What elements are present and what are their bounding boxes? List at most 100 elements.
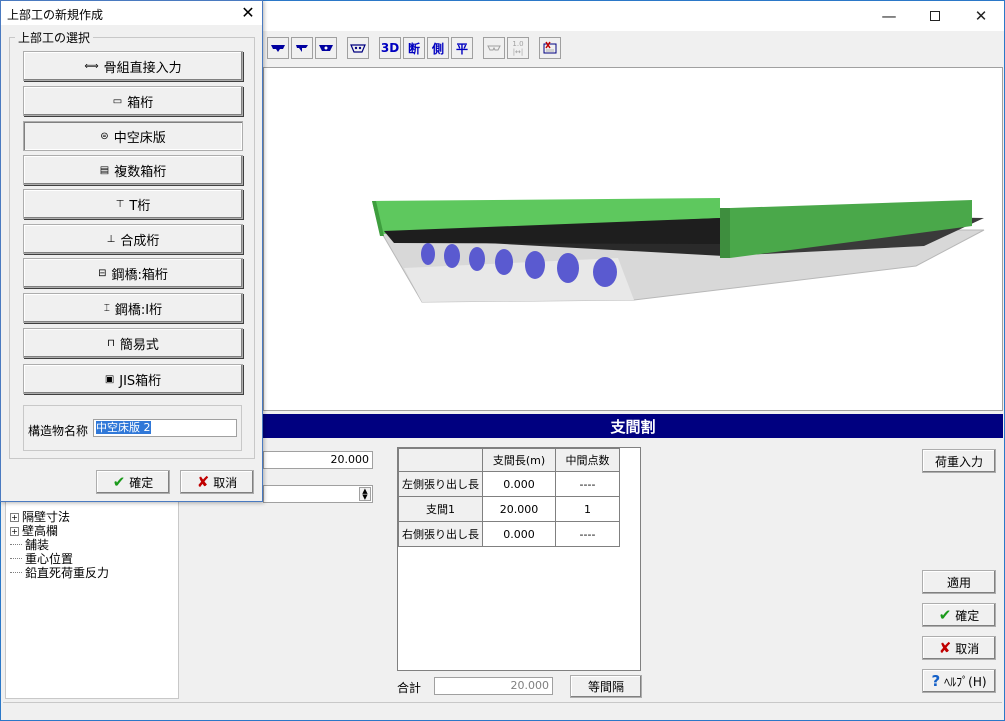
option-label: 鋼橋:I桁 xyxy=(114,302,163,318)
tree-item[interactable]: + 壁高欄 xyxy=(10,524,58,538)
tree-item[interactable]: + 隔壁寸法 xyxy=(10,510,70,524)
tree-line xyxy=(10,558,22,559)
equal-spacing-button[interactable]: 等間隔 xyxy=(570,675,642,698)
spin-button[interactable]: ▲ ▼ xyxy=(359,487,371,501)
close-button[interactable]: ✕ xyxy=(958,1,1004,31)
view-curve-icon xyxy=(296,45,308,52)
tree-item-label: 鉛直死荷重反力 xyxy=(25,566,110,580)
cancel-button[interactable]: ✘ 取消 xyxy=(922,636,996,660)
dialog-ok-button[interactable]: ✔ 確定 xyxy=(96,470,170,494)
option-box-girder[interactable]: ▭ 箱桁 xyxy=(23,86,243,116)
bend-icon xyxy=(487,45,501,51)
tree-item[interactable]: 重心位置 xyxy=(10,552,73,566)
span-grid: 支間長(m) 中間点数 左側張り出し長 0.000 ---- 支間1 20.00… xyxy=(397,447,641,671)
box-view-icon xyxy=(350,44,366,53)
steel-i-icon: ⌶ xyxy=(103,302,110,314)
option-jis-box[interactable]: ▣ JIS箱桁 xyxy=(23,364,243,394)
section-view-button[interactable]: 断 xyxy=(403,37,425,59)
hollow-slab-icon: ⊜ xyxy=(100,130,109,142)
view-curve-button[interactable] xyxy=(291,37,313,59)
option-label: 複数箱桁 xyxy=(114,164,167,180)
option-t-girder[interactable]: ⊤ T桁 xyxy=(23,189,243,219)
grid-cell-points[interactable]: 1 xyxy=(555,496,620,522)
box-view-button[interactable] xyxy=(347,37,369,59)
option-label: 合成桁 xyxy=(120,233,160,249)
option-label: 中空床版 xyxy=(113,130,166,146)
structure-name-value: 中空床版 2 xyxy=(96,421,151,434)
option-multi-box[interactable]: ▤ 複数箱桁 xyxy=(23,155,243,185)
tree-item[interactable]: 鉛直死荷重反力 xyxy=(10,566,109,580)
help-button[interactable]: ? ﾍﾙﾌﾟ(H) xyxy=(922,669,996,693)
span-section-header: 支間割 xyxy=(263,414,1003,438)
grid-corner xyxy=(398,448,483,472)
grid-cell-length[interactable]: 0.000 xyxy=(482,471,556,497)
option-hollow-slab[interactable]: ⊜ 中空床版 xyxy=(23,121,243,151)
jis-box-icon: ▣ xyxy=(104,373,115,385)
plan-view-button[interactable]: 平 xyxy=(451,37,473,59)
expand-icon[interactable]: + xyxy=(10,513,19,522)
toolbar: 3D 断 側 平 1.0 |↔| xyxy=(263,33,1004,65)
view-front-button[interactable] xyxy=(267,37,289,59)
minimize-button[interactable]: — xyxy=(866,1,912,31)
dialog-cancel-label: 取消 xyxy=(213,475,238,490)
tree-item-label: 隔壁寸法 xyxy=(22,510,71,524)
help-icon: ? xyxy=(931,672,941,690)
bend-button[interactable] xyxy=(483,37,505,59)
grid-cell-length[interactable]: 20.000 xyxy=(482,496,556,522)
span-count-combo[interactable]: ▲ ▼ xyxy=(263,485,373,503)
group-label: 上部工の選択 xyxy=(15,29,94,46)
total-length-field[interactable]: 20.000 xyxy=(263,451,373,469)
table-row: 支間1 20.000 1 xyxy=(398,496,620,522)
grid-cell-length[interactable]: 0.000 xyxy=(482,521,556,547)
option-simple[interactable]: ⊓ 簡易式 xyxy=(23,328,243,358)
grid-cell-points[interactable]: ---- xyxy=(555,521,620,547)
row-header: 左側張り出し長 xyxy=(398,471,483,497)
option-label: 鋼橋:箱桁 xyxy=(111,267,168,283)
close-icon[interactable]: ✕ xyxy=(237,3,259,23)
structure-name-input[interactable]: 中空床版 2 xyxy=(93,419,237,437)
table-row: 右側張り出し長 0.000 ---- xyxy=(398,521,620,547)
dialog-titlebar: 上部工の新規作成 ✕ xyxy=(1,1,262,25)
ok-button[interactable]: ✔ 確定 xyxy=(922,603,996,627)
tree-panel: + 隔壁寸法 + 壁高欄 舗装 重心位置 鉛直死荷重反力 xyxy=(5,501,179,699)
tree-item-label: 舗装 xyxy=(25,538,50,552)
dialog-cancel-button[interactable]: ✘ 取消 xyxy=(180,470,254,494)
ok-label: 確定 xyxy=(955,608,980,623)
view-front-icon xyxy=(271,45,285,52)
check-icon: ✔ xyxy=(938,606,952,624)
view-section-button[interactable] xyxy=(315,37,337,59)
side-view-button[interactable]: 側 xyxy=(427,37,449,59)
check-icon: ✔ xyxy=(112,473,126,491)
structure-name-label: 構造物名称 xyxy=(28,424,89,438)
dimension-label: 1.0 xyxy=(512,40,524,48)
apply-button[interactable]: 適用 xyxy=(922,570,996,594)
load-input-button[interactable]: 荷重入力 xyxy=(922,449,996,473)
maximize-button[interactable] xyxy=(912,1,958,31)
composite-girder-icon: ⊥ xyxy=(106,233,116,245)
cross-icon: ✘ xyxy=(938,639,952,657)
view-section-icon xyxy=(319,45,333,51)
3d-viewport[interactable] xyxy=(263,67,1003,411)
tree-line xyxy=(10,572,22,573)
row-header: 支間1 xyxy=(398,496,483,522)
status-bar xyxy=(3,702,1002,720)
export-button[interactable] xyxy=(539,37,561,59)
dimension-icon: |↔| xyxy=(512,48,524,56)
multi-box-icon: ▤ xyxy=(99,164,110,176)
tree-item[interactable]: 舗装 xyxy=(10,538,49,552)
dialog-ok-label: 確定 xyxy=(129,475,154,490)
option-steel-i[interactable]: ⌶ 鋼橋:I桁 xyxy=(23,293,243,323)
table-row: 左側張り出し長 0.000 ---- xyxy=(398,471,620,497)
option-steel-box[interactable]: ⊟ 鋼橋:箱桁 xyxy=(23,258,243,288)
column-header-length: 支間長(m) xyxy=(482,448,556,472)
grid-cell-points[interactable]: ---- xyxy=(555,471,620,497)
3d-view-button[interactable]: 3D xyxy=(379,37,401,59)
option-composite-girder[interactable]: ⊥ 合成桁 xyxy=(23,224,243,254)
row-header: 右側張り出し長 xyxy=(398,521,483,547)
expand-icon[interactable]: + xyxy=(10,527,19,536)
option-frame-direct[interactable]: ⟺ 骨組直接入力 xyxy=(23,51,243,81)
dimension-button[interactable]: 1.0 |↔| xyxy=(507,37,529,59)
option-label: JIS箱桁 xyxy=(119,373,162,389)
box-girder-icon: ▭ xyxy=(112,95,123,107)
tree-line xyxy=(10,544,22,545)
